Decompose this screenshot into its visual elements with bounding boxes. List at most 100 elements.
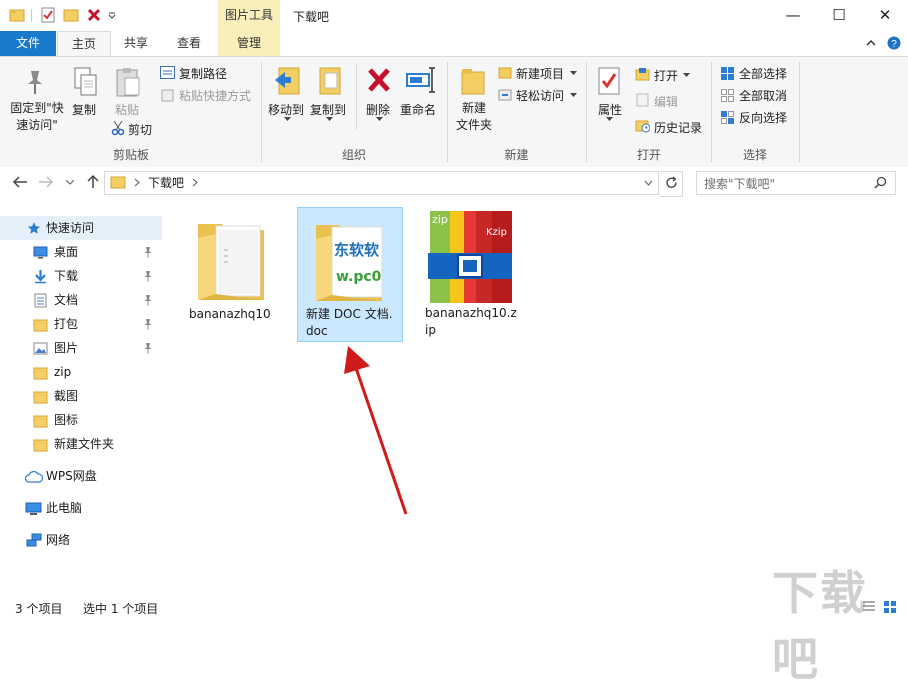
delete-x-icon[interactable]	[86, 7, 102, 23]
up-arrow-icon[interactable]	[86, 174, 100, 189]
tab-manage[interactable]: 管理	[218, 31, 280, 56]
folder-icon	[110, 176, 126, 189]
breadcrumb-chevron-icon[interactable]	[134, 178, 140, 187]
tab-home[interactable]: 主页	[57, 31, 111, 57]
delete-button[interactable]: 删除	[366, 101, 390, 118]
sidebar-item-1[interactable]: 下载	[0, 264, 162, 288]
copy-path-button[interactable]: 复制路径	[179, 65, 227, 82]
sidebar-item-label: 截图	[54, 389, 79, 403]
close-button[interactable]: ✕	[862, 0, 908, 31]
group-select-label: 选择	[742, 148, 767, 162]
picture-icon	[33, 342, 48, 355]
status-item-count: 3 个项目	[15, 602, 63, 616]
invert-selection-button[interactable]: 反向选择	[739, 109, 787, 126]
minimize-button[interactable]: —	[770, 0, 816, 31]
tab-view[interactable]: 查看	[163, 31, 215, 56]
paste-button[interactable]: 粘贴	[115, 101, 139, 118]
sidebar-item-7[interactable]: 图标	[0, 408, 162, 432]
nav-this-pc[interactable]: 此电脑	[0, 496, 162, 520]
folder-icon	[33, 319, 48, 332]
rename-button[interactable]: 重命名	[400, 101, 436, 118]
pin-icon[interactable]	[143, 342, 153, 354]
dropdown-arrow-icon	[570, 93, 577, 97]
new-item-icon	[498, 67, 512, 79]
breadcrumb-chevron-icon[interactable]	[192, 178, 198, 187]
cut-button[interactable]: 剪切	[128, 121, 152, 138]
sidebar-item-3[interactable]: 打包	[0, 312, 162, 336]
help-icon[interactable]: ?	[887, 36, 901, 50]
new-folder-icon[interactable]	[63, 7, 79, 23]
open-button[interactable]: 打开	[654, 67, 678, 84]
sidebar-item-5[interactable]: zip	[0, 360, 162, 384]
sidebar-item-label: 文档	[54, 293, 79, 307]
copy-icon	[74, 67, 97, 96]
search-icon[interactable]	[874, 176, 887, 189]
ribbon-separator	[261, 62, 262, 162]
file-item-zip[interactable]: zip Kzip bananazhq10.zip	[416, 207, 520, 341]
nav-network[interactable]: 网络	[0, 528, 162, 552]
address-dropdown-icon[interactable]	[644, 180, 653, 186]
properties-button[interactable]: 属性	[598, 101, 622, 118]
easy-access-icon	[498, 89, 512, 101]
pin-icon[interactable]	[143, 294, 153, 306]
download-icon	[35, 270, 46, 284]
collapse-ribbon-icon[interactable]	[866, 39, 876, 47]
scissors-icon	[111, 120, 125, 136]
properties-check-icon[interactable]	[40, 7, 56, 23]
pin-icon[interactable]	[143, 246, 153, 258]
pin-quick-access-label: 固定到"快速访问"	[10, 101, 64, 132]
nav-wps-drive[interactable]: WPS网盘	[0, 464, 162, 488]
recent-locations-icon[interactable]	[66, 180, 74, 185]
sidebar-item-0[interactable]: 桌面	[0, 240, 162, 264]
new-folder-icon	[461, 69, 485, 95]
file-item-folder[interactable]: bananazhq10	[180, 207, 284, 341]
sidebar-item-4[interactable]: 图片	[0, 336, 162, 360]
file-name: bananazhq10.zip	[425, 306, 517, 337]
nav-quick-access[interactable]: 快速访问	[0, 216, 162, 240]
sidebar-item-2[interactable]: 文档	[0, 288, 162, 312]
ribbon-separator	[356, 64, 357, 130]
back-arrow-icon[interactable]	[12, 175, 28, 189]
dropdown-arrow-icon	[570, 71, 577, 75]
easy-access-button[interactable]: 轻松访问	[516, 87, 564, 104]
copy-to-button[interactable]: 复制到	[310, 101, 346, 118]
window-title: 下载吧	[293, 10, 330, 24]
folder-icon[interactable]	[9, 7, 25, 23]
group-clipboard-label: 剪贴板	[112, 148, 149, 162]
new-item-button[interactable]: 新建项目	[516, 65, 564, 82]
tab-file[interactable]: 文件	[0, 31, 56, 56]
status-selected-count: 选中 1 个项目	[83, 602, 159, 616]
pin-icon	[28, 71, 42, 94]
pin-quick-access-button[interactable]: 固定到"快速访问"	[8, 100, 66, 134]
maximize-button[interactable]: ☐	[816, 0, 862, 31]
sidebar-item-6[interactable]: 截图	[0, 384, 162, 408]
copy-button[interactable]: 复制	[72, 101, 96, 118]
paste-shortcut-button[interactable]: 粘贴快捷方式	[179, 87, 251, 104]
rename-icon	[406, 67, 435, 93]
dropdown-arrow-icon	[683, 73, 690, 77]
title-bar: 图片工具 下载吧 — ☐ ✕	[0, 0, 908, 31]
watermark-logo: 下载吧	[772, 566, 868, 686]
tab-share[interactable]: 共享	[112, 31, 160, 56]
forward-arrow-icon[interactable]	[38, 175, 54, 189]
document-icon	[34, 293, 47, 308]
edit-button[interactable]: 编辑	[654, 93, 678, 110]
history-button[interactable]: 历史记录	[654, 119, 702, 136]
refresh-icon	[666, 176, 677, 188]
winrar-archive-icon: zip Kzip	[428, 211, 512, 303]
desktop-icon	[33, 246, 48, 259]
move-to-button[interactable]: 移动到	[268, 101, 304, 118]
pin-icon[interactable]	[143, 270, 153, 282]
file-name: bananazhq10	[189, 307, 271, 321]
ribbon-separator	[711, 62, 712, 162]
sidebar-item-8[interactable]: 新建文件夹	[0, 432, 162, 456]
breadcrumb-path[interactable]: 下载吧	[148, 174, 184, 191]
folder-icon	[33, 367, 48, 380]
customize-toolbar-icon[interactable]	[108, 12, 116, 20]
pin-icon[interactable]	[143, 318, 153, 330]
select-none-button[interactable]: 全部取消	[739, 87, 787, 104]
address-bar[interactable]	[104, 171, 659, 195]
new-folder-button[interactable]: 新建 文件夹	[454, 100, 494, 134]
select-all-button[interactable]: 全部选择	[739, 65, 787, 82]
file-item-doc[interactable]: 东软软 w.pc0 新建 DOC 文档.doc	[297, 207, 403, 342]
